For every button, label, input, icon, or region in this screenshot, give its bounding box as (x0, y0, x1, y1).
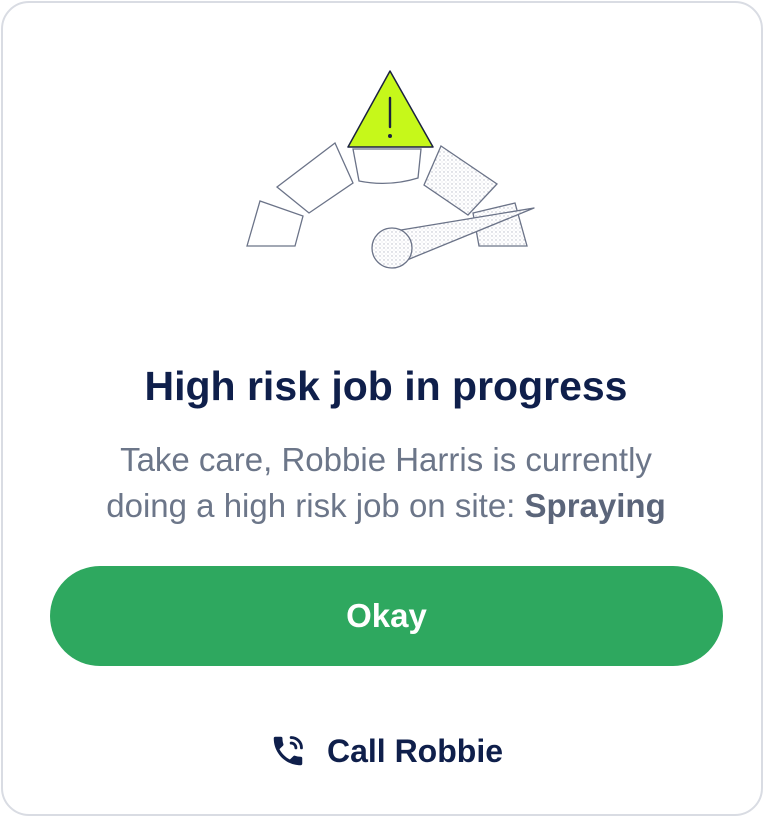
dialog-message: Take care, Robbie Harris is currently do… (3, 437, 768, 529)
dialog-title: High risk job in progress (144, 363, 628, 409)
gauge-segment-3 (352, 148, 422, 185)
phone-call-icon (269, 732, 307, 770)
message-line-2-text: doing a high risk job on site: (106, 487, 516, 524)
okay-button[interactable]: Okay (50, 566, 723, 666)
call-robbie-link[interactable]: Call Robbie (3, 725, 768, 777)
call-robbie-label: Call Robbie (326, 732, 503, 769)
job-name: Spraying (524, 487, 666, 524)
warning-triangle-icon (347, 70, 434, 148)
high-risk-dialog: High risk job in progress Take care, Rob… (1, 1, 763, 816)
message-line-2: doing a high risk job on site: Spraying (3, 483, 768, 529)
gauge-segment-4 (423, 145, 498, 216)
message-line-1: Take care, Robbie Harris is currently (120, 441, 652, 478)
risk-gauge-illustration (246, 70, 535, 269)
gauge-segment-2 (275, 141, 354, 214)
gauge-segment-1 (246, 200, 304, 247)
